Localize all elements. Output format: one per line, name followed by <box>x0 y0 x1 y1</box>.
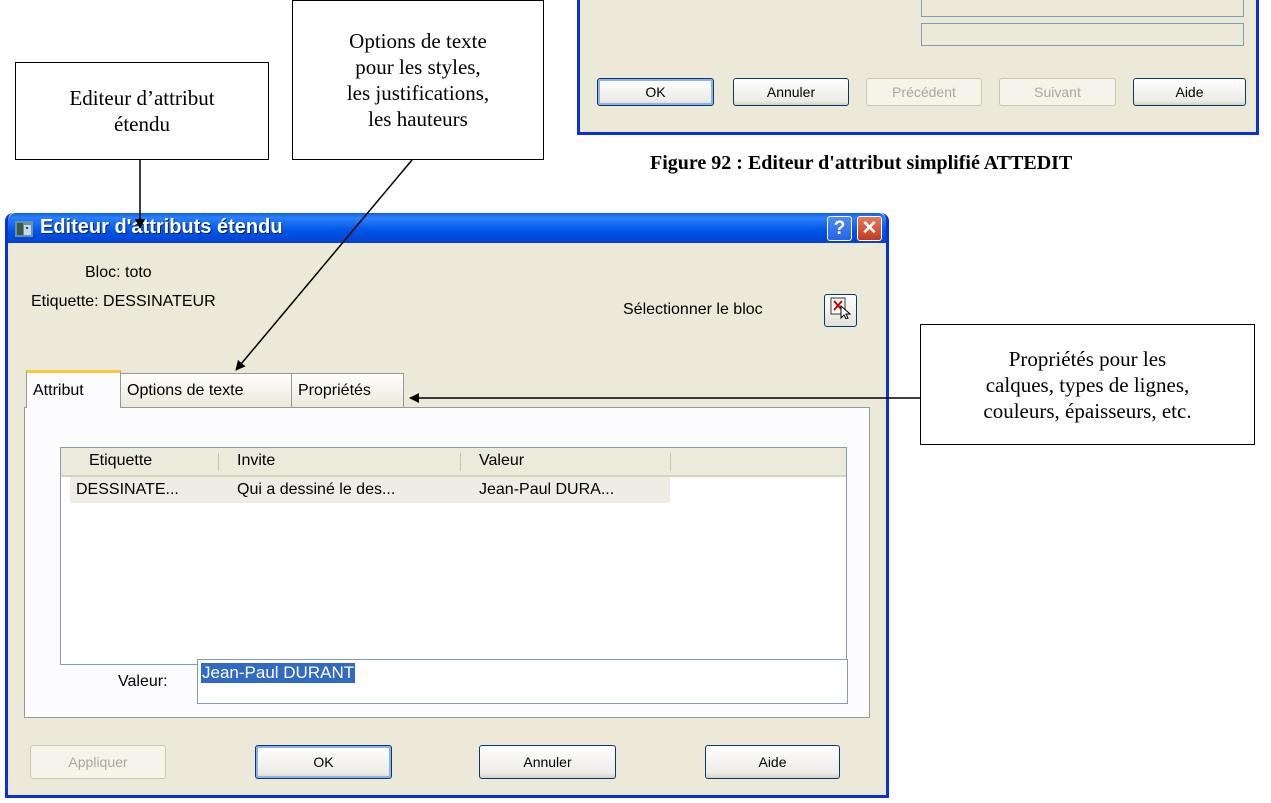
tab-attribute[interactable]: Attribut <box>26 370 121 408</box>
arrow-to-text-options-tab <box>235 159 413 371</box>
annotation-arrows <box>135 159 920 403</box>
